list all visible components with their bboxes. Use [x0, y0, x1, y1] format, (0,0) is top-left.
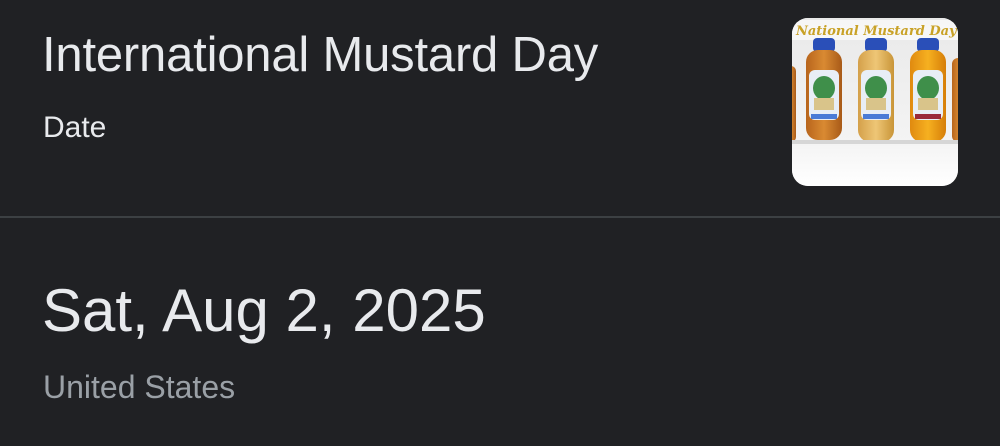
event-date: Sat, Aug 2, 2025: [42, 277, 486, 344]
event-region: United States: [43, 369, 236, 405]
banner-text: National Mustard Day: [795, 24, 958, 39]
event-header: International Mustard Day Date National …: [0, 0, 1000, 216]
event-subtitle: Date: [43, 111, 107, 144]
event-title: International Mustard Day: [42, 28, 599, 82]
event-thumbnail[interactable]: National Mustard Day: [792, 18, 958, 186]
section-divider: [0, 216, 1000, 218]
mustard-bottles-photo-icon: National Mustard Day: [792, 18, 958, 186]
